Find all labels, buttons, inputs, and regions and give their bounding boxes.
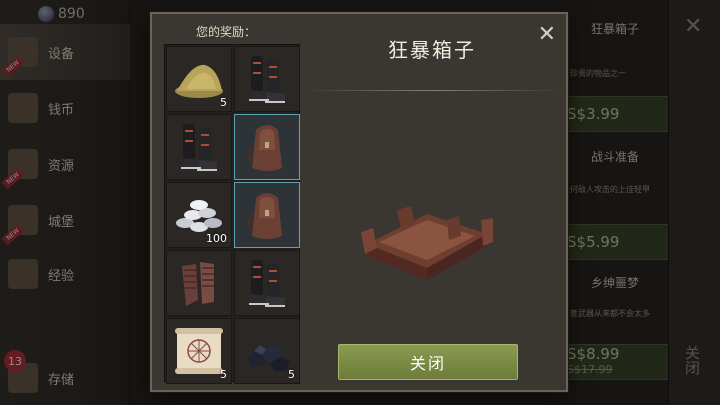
reward-slot[interactable]: 100 bbox=[166, 182, 232, 248]
reward-grid: 5 100 5 5 bbox=[164, 44, 300, 384]
reward-label: 您的奖励： bbox=[196, 25, 257, 39]
dialog-title: 狂暴箱子 bbox=[388, 38, 476, 62]
gold-sand-icon bbox=[175, 64, 223, 98]
reward-quantity: 5 bbox=[220, 96, 227, 109]
reward-slot[interactable] bbox=[234, 46, 300, 112]
reward-quantity: 100 bbox=[206, 232, 227, 245]
backpack-icon bbox=[247, 125, 282, 171]
reward-quantity: 5 bbox=[288, 368, 295, 381]
boots-icon bbox=[249, 260, 285, 307]
coal-icon bbox=[248, 343, 290, 371]
reward-slot[interactable]: 5 bbox=[234, 318, 300, 384]
reward-dialog: 您的奖励： 5 100 5 5 狂暴箱子 ✕ 关闭 bbox=[150, 12, 568, 392]
berserk-box-preview bbox=[361, 206, 493, 280]
reward-slot[interactable] bbox=[166, 114, 232, 180]
reward-slot[interactable] bbox=[234, 182, 300, 248]
boots-icon bbox=[249, 56, 285, 103]
close-button[interactable]: 关闭 bbox=[338, 344, 518, 380]
reward-slot[interactable] bbox=[166, 250, 232, 316]
reward-slot[interactable]: 5 bbox=[166, 318, 232, 384]
map-scroll-icon bbox=[175, 328, 223, 374]
silver-coins-icon bbox=[176, 200, 222, 232]
reward-quantity: 5 bbox=[220, 368, 227, 381]
gloves-icon bbox=[182, 262, 214, 306]
title-divider bbox=[302, 90, 564, 91]
reward-slot[interactable] bbox=[234, 250, 300, 316]
reward-slot[interactable]: 5 bbox=[166, 46, 232, 112]
backpack-icon bbox=[247, 193, 282, 239]
boots-icon bbox=[181, 124, 217, 171]
reward-slot[interactable] bbox=[234, 114, 300, 180]
close-icon[interactable]: ✕ bbox=[538, 22, 556, 47]
